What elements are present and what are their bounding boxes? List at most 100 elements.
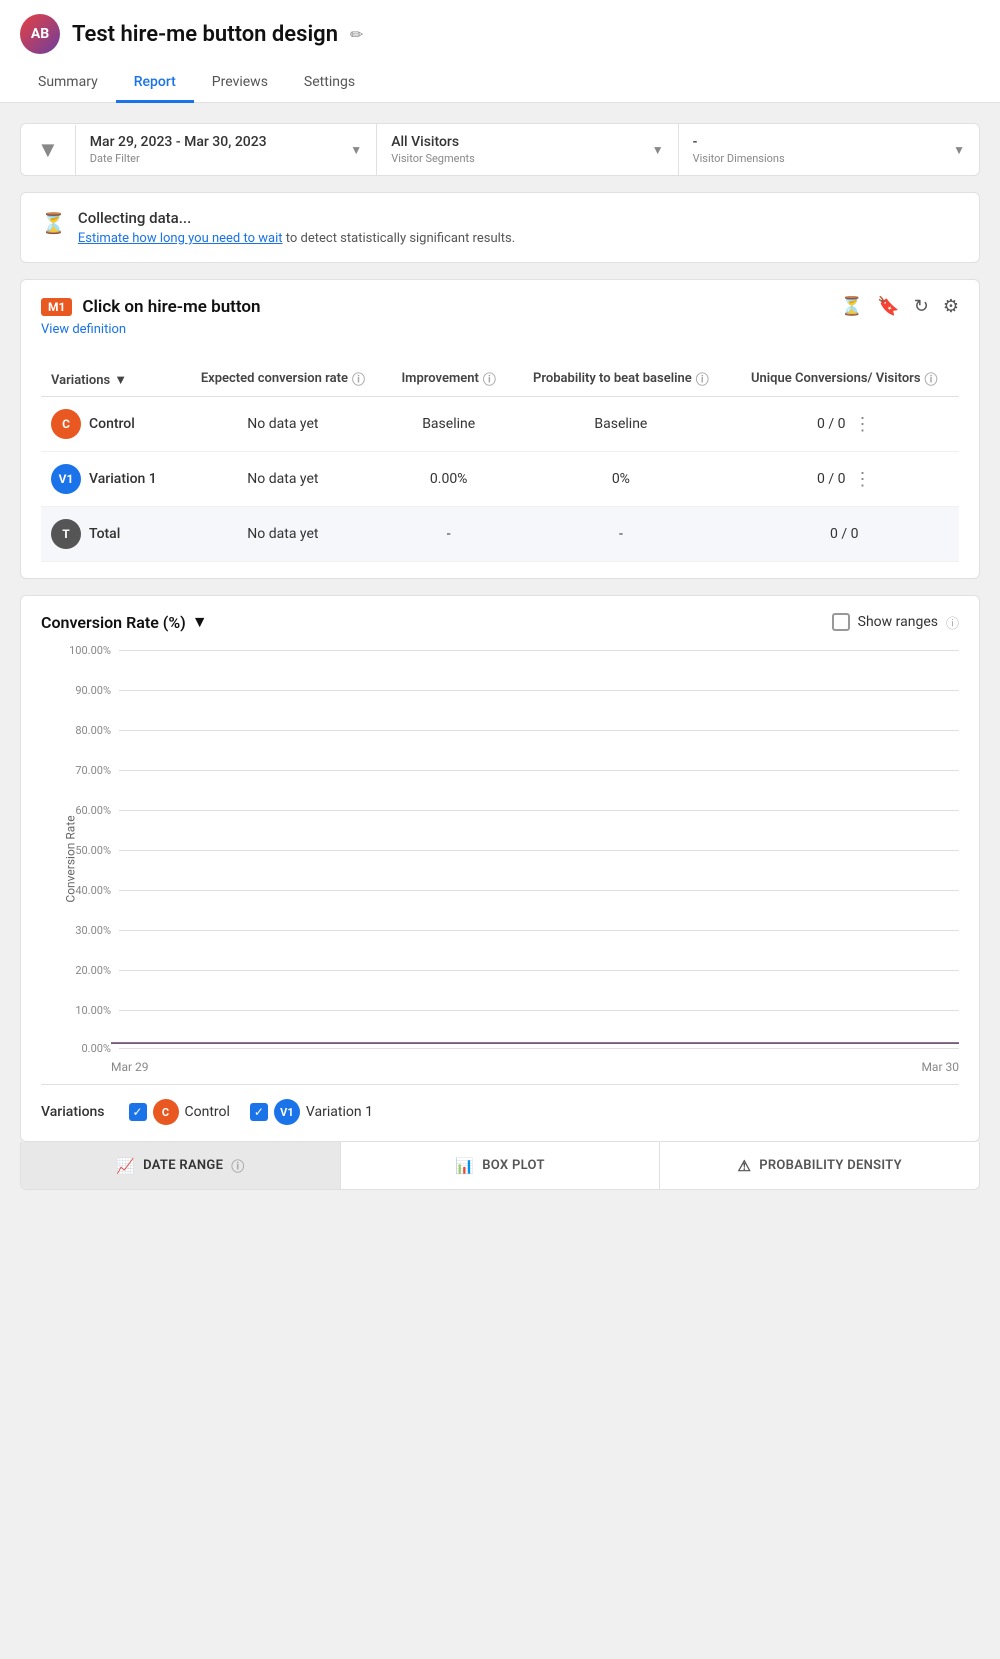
edit-icon[interactable]: ✏	[350, 25, 363, 44]
control-variation-cell: C Control	[41, 397, 181, 452]
legend-control-badge: C	[153, 1099, 179, 1125]
visitor-segments-chevron: ▼	[652, 143, 664, 157]
chart-title[interactable]: Conversion Rate (%) ▼	[41, 612, 208, 632]
content: ▼ Mar 29, 2023 - Mar 30, 2023 Date Filte…	[0, 103, 1000, 1210]
total-variation-cell: T Total	[41, 507, 181, 562]
collecting-subtitle: Estimate how long you need to wait to de…	[78, 231, 515, 246]
metric-title-area: M1 Click on hire-me button	[41, 297, 261, 317]
chart-title-chevron: ▼	[192, 612, 208, 632]
x-label-mar30: Mar 30	[921, 1060, 959, 1074]
col-unique-info-icon[interactable]: ⓘ	[925, 369, 938, 388]
tab-date-range[interactable]: 📈 DATE RANGE ⓘ	[21, 1142, 341, 1189]
metric-badge: M1	[41, 298, 72, 316]
show-ranges-label[interactable]: Show ranges	[858, 614, 938, 630]
chart-section: Conversion Rate (%) ▼ Show ranges ⓘ Conv…	[20, 595, 980, 1142]
col-variations-filter-icon[interactable]: ▼	[114, 372, 127, 388]
col-expected: Expected conversion rate ⓘ	[181, 361, 385, 397]
legend-v1-badge: V1	[274, 1099, 300, 1125]
total-badge: T	[51, 519, 81, 549]
hourglass-action-icon[interactable]: ⏳	[841, 296, 863, 317]
grid-label-20: 20.00%	[56, 964, 111, 977]
tab-summary[interactable]: Summary	[20, 66, 116, 103]
metric-header: M1 Click on hire-me button ⏳ 🔖 ↻ ⚙	[41, 296, 959, 317]
grid-label-100: 100.00%	[56, 644, 111, 657]
v1-unique-value: 0 / 0	[817, 471, 845, 487]
legend-item-control: ✓ C Control	[129, 1099, 230, 1125]
grid-label-90: 90.00%	[56, 684, 111, 697]
legend-v1-check-icon: ✓	[254, 1105, 264, 1119]
estimate-link[interactable]: Estimate how long you need to wait	[78, 231, 283, 246]
tab-settings[interactable]: Settings	[286, 66, 373, 103]
table-row: C Control No data yet Baseline Baseline …	[41, 397, 959, 452]
chart-wrapper: Conversion Rate 100.00% 90.00%	[41, 644, 959, 1074]
grid-label-30: 30.00%	[56, 924, 111, 937]
visitor-segments-value: All Visitors	[391, 134, 475, 150]
control-expected: No data yet	[181, 397, 385, 452]
legend-v1-checkbox[interactable]: ✓	[250, 1103, 268, 1121]
tab-report[interactable]: Report	[116, 66, 194, 103]
tab-previews[interactable]: Previews	[194, 66, 286, 103]
col-improvement: Improvement ⓘ	[385, 361, 512, 397]
chart-grid: 100.00% 90.00% 80.00% 70.00%	[111, 644, 959, 1044]
grid-label-0: 0.00%	[56, 1042, 111, 1055]
header: AB Test hire-me button design ✏ Summary …	[0, 0, 1000, 103]
col-probability-info-icon[interactable]: ⓘ	[696, 369, 709, 388]
control-row-menu[interactable]: ⋮	[854, 414, 872, 435]
total-improvement: -	[385, 507, 512, 562]
filter-icon: ▼	[37, 138, 59, 163]
show-ranges-info-icon[interactable]: ⓘ	[946, 613, 959, 632]
refresh-icon[interactable]: ↻	[914, 296, 929, 317]
visitor-segments-filter[interactable]: All Visitors Visitor Segments ▼	[377, 124, 678, 175]
avatar: AB	[20, 14, 60, 54]
show-ranges-area: Show ranges ⓘ	[832, 613, 959, 632]
box-plot-label: BOX PLOT	[482, 1158, 545, 1173]
date-range-icon: 📈	[116, 1157, 135, 1175]
chart-x-labels: Mar 29 Mar 30	[111, 1060, 959, 1074]
v1-row-menu[interactable]: ⋮	[854, 469, 872, 490]
date-range-label: DATE RANGE	[143, 1158, 223, 1173]
bookmark-icon[interactable]: 🔖	[877, 296, 899, 317]
tab-box-plot[interactable]: 📊 BOX PLOT	[341, 1142, 661, 1189]
variations-legend: Variations ✓ C Control ✓ V1 Variation 1	[41, 1084, 959, 1141]
x-label-mar29: Mar 29	[111, 1060, 149, 1074]
legend-control-checkbox[interactable]: ✓	[129, 1103, 147, 1121]
probability-density-icon: ⚠	[737, 1157, 751, 1175]
v1-variation-cell: V1 Variation 1	[41, 452, 181, 507]
col-variations-label: Variations	[51, 373, 110, 388]
filter-icon-section: ▼	[21, 125, 76, 175]
tab-probability-density[interactable]: ⚠ PROBABILITY DENSITY	[660, 1142, 979, 1189]
v1-unique: 0 / 0 ⋮	[730, 452, 959, 507]
control-unique-value: 0 / 0	[817, 416, 845, 432]
metric-card: M1 Click on hire-me button ⏳ 🔖 ↻ ⚙ View …	[20, 279, 980, 579]
control-probability: Baseline	[512, 397, 729, 452]
visitor-dimensions-chevron: ▼	[953, 143, 965, 157]
col-unique: Unique Conversions/ Visitors ⓘ	[730, 361, 959, 397]
col-expected-info-icon[interactable]: ⓘ	[352, 369, 365, 388]
legend-control-check-icon: ✓	[132, 1105, 142, 1119]
probability-density-label: PROBABILITY DENSITY	[759, 1158, 902, 1173]
legend-title: Variations	[41, 1104, 105, 1120]
view-definition-link[interactable]: View definition	[41, 322, 126, 337]
date-range-info-icon[interactable]: ⓘ	[231, 1156, 244, 1175]
grid-label-10: 10.00%	[56, 1004, 111, 1017]
total-expected: No data yet	[181, 507, 385, 562]
total-name: Total	[89, 526, 120, 542]
chart-area: 100.00% 90.00% 80.00% 70.00%	[111, 644, 959, 1074]
collecting-title: Collecting data...	[78, 209, 515, 227]
col-probability-label: Probability to beat baseline	[533, 371, 692, 386]
col-variations: Variations ▼	[41, 361, 181, 397]
date-filter[interactable]: Mar 29, 2023 - Mar 30, 2023 Date Filter …	[76, 124, 377, 175]
gear-icon[interactable]: ⚙	[943, 296, 959, 317]
grid-label-80: 80.00%	[56, 724, 111, 737]
date-filter-label: Date Filter	[90, 152, 267, 165]
col-unique-label: Unique Conversions/ Visitors	[751, 371, 921, 386]
visitor-dimensions-filter[interactable]: - Visitor Dimensions ▼	[679, 124, 979, 175]
v1-probability: 0%	[512, 452, 729, 507]
collecting-banner: ⏳ Collecting data... Estimate how long y…	[20, 192, 980, 263]
grid-line-0-bar	[119, 1048, 959, 1049]
col-improvement-info-icon[interactable]: ⓘ	[483, 369, 496, 388]
bottom-tabs: 📈 DATE RANGE ⓘ 📊 BOX PLOT ⚠ PROBABILITY …	[20, 1142, 980, 1190]
show-ranges-checkbox[interactable]	[832, 613, 850, 631]
control-unique: 0 / 0 ⋮	[730, 397, 959, 452]
filter-bar: ▼ Mar 29, 2023 - Mar 30, 2023 Date Filte…	[20, 123, 980, 176]
